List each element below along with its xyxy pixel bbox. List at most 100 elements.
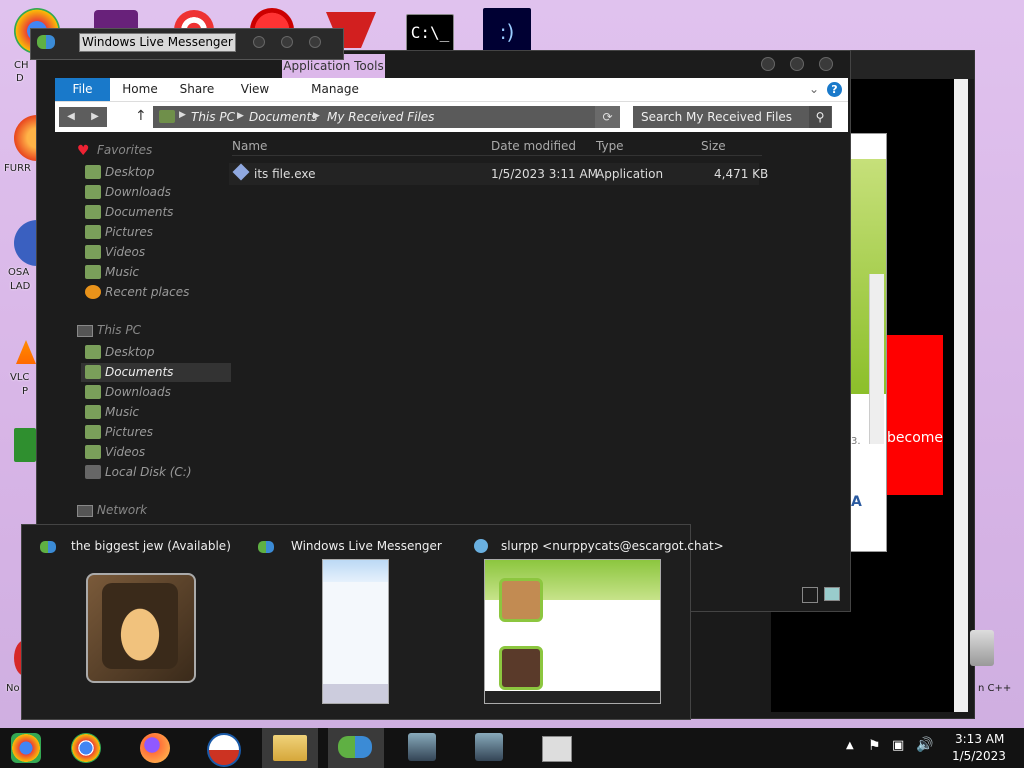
start-button[interactable] xyxy=(0,728,56,768)
taskbar-chrome-button[interactable] xyxy=(58,728,114,768)
nav-item-local-disk[interactable]: Local Disk (C:) xyxy=(85,463,225,482)
nav-item-pc-downloads[interactable]: Downloads xyxy=(85,383,225,402)
chat-a-glyph: A xyxy=(851,494,862,510)
address-path-box[interactable]: ▶ This PC ▶ Documents ▶ My Received File… xyxy=(153,106,618,128)
taskbar-firefox-button[interactable] xyxy=(127,728,183,768)
cmd-desktop-icon[interactable]: C:\_ xyxy=(406,14,454,52)
preview-thumbnail-2[interactable] xyxy=(322,559,389,704)
red-banner: become xyxy=(887,335,943,495)
taskbar-obama-button[interactable] xyxy=(194,728,250,768)
column-header-type[interactable]: Type xyxy=(596,139,624,153)
messenger-minimize-button[interactable] xyxy=(253,36,265,48)
network-icon xyxy=(77,505,93,517)
chat-scrollbar[interactable] xyxy=(869,274,884,444)
address-bar-row: ◀ ▶ ↑ ▶ This PC ▶ Documents ▶ My Receive… xyxy=(55,101,848,132)
nav-item-pc-desktop[interactable]: Desktop xyxy=(85,343,225,362)
preview-title-1[interactable]: the biggest jew (Available) xyxy=(71,539,231,553)
favorites-heart-icon: ♥ xyxy=(77,143,90,159)
crumb-sep-icon: ▶ xyxy=(313,111,320,121)
taskbar-app-button[interactable] xyxy=(528,728,584,768)
nav-item-videos[interactable]: Videos xyxy=(85,243,225,262)
nav-item-pc-videos[interactable]: Videos xyxy=(85,443,225,462)
taskbar-installer-button-1[interactable] xyxy=(394,728,450,768)
h-desktop-icon[interactable] xyxy=(14,428,36,462)
taskbar-installer-button-2[interactable] xyxy=(461,728,517,768)
preview-thumbnail-3-footer xyxy=(485,691,660,703)
installer-icon xyxy=(475,733,503,761)
tab-view[interactable]: View xyxy=(235,78,275,101)
file-type: Application xyxy=(596,167,664,181)
nav-item-pc-pictures[interactable]: Pictures xyxy=(85,423,225,442)
tab-file[interactable]: File xyxy=(55,78,110,101)
desktop-icon xyxy=(85,345,101,359)
large-icons-view-icon[interactable] xyxy=(824,587,840,601)
nav-item-recent-places[interactable]: Recent places xyxy=(85,283,225,302)
preview-title-3[interactable]: slurpp <nurppycats@escargot.chat> xyxy=(501,539,724,553)
network-tray-icon[interactable]: ▣ xyxy=(892,738,904,753)
ribbon-tabs: File Home Share View Manage ⌄ ? xyxy=(55,78,848,101)
nav-item-documents[interactable]: Documents xyxy=(85,203,225,222)
firefox-icon xyxy=(140,733,170,763)
desktop-label-cpp: n C++ xyxy=(978,683,1012,694)
taskbar-messenger-button[interactable] xyxy=(328,728,384,768)
preview-thumbnail-2-header xyxy=(323,560,388,582)
messenger-window-title: Windows Live Messenger xyxy=(79,33,236,52)
tab-share[interactable]: Share xyxy=(175,78,219,101)
recycle-bin-icon[interactable] xyxy=(970,630,994,666)
messenger-window-titlebar[interactable]: Windows Live Messenger xyxy=(30,28,344,60)
preview-thumbnail-2-footer xyxy=(323,684,388,703)
messenger-close-button[interactable] xyxy=(309,36,321,48)
crumb-documents[interactable]: Documents xyxy=(249,110,317,124)
avatar xyxy=(102,583,178,669)
column-header-name[interactable]: Name xyxy=(232,139,267,153)
taskbar-explorer-button[interactable] xyxy=(262,728,318,768)
preview-thumbnail-3[interactable] xyxy=(484,559,661,704)
up-arrow-icon[interactable]: ↑ xyxy=(135,108,147,124)
nav-item-pc-documents-selected[interactable]: Documents xyxy=(81,363,231,382)
messenger-maximize-button[interactable] xyxy=(281,36,293,48)
installer-icon xyxy=(408,733,436,761)
user-avatar xyxy=(499,646,543,690)
ribbon-expand-chevron-icon[interactable]: ⌄ xyxy=(807,78,821,101)
close-button[interactable] xyxy=(819,57,833,71)
nav-item-music[interactable]: Music xyxy=(85,263,225,282)
buddy-icon xyxy=(258,541,274,553)
nav-item-desktop[interactable]: Desktop xyxy=(85,163,225,182)
search-input[interactable]: Search My Received Files ⚲ xyxy=(633,106,832,128)
file-size: 4,471 KB xyxy=(714,167,769,181)
volume-icon[interactable]: 🔊 xyxy=(916,737,933,753)
documents-icon xyxy=(85,365,101,379)
details-view-icon[interactable] xyxy=(802,587,818,603)
refresh-icon[interactable]: ⟳ xyxy=(595,106,620,128)
search-placeholder: Search My Received Files xyxy=(641,110,793,124)
preview-thumbnail-1[interactable] xyxy=(86,573,196,683)
messenger-buddy-icon xyxy=(37,35,55,49)
column-header-date[interactable]: Date modified xyxy=(491,139,576,153)
column-header-size[interactable]: Size xyxy=(701,139,726,153)
crumb-my-received-files[interactable]: My Received Files xyxy=(327,110,434,124)
background-window-scrollbar[interactable] xyxy=(954,79,968,712)
tray-overflow-chevron-icon[interactable]: ▲ xyxy=(846,740,854,751)
back-button[interactable]: ◀ xyxy=(59,107,83,127)
help-icon[interactable]: ? xyxy=(827,82,842,97)
window-app-icon xyxy=(542,736,572,762)
clock-time[interactable]: 3:13 AM xyxy=(955,732,1004,746)
documents-icon xyxy=(85,205,101,219)
folder-icon xyxy=(273,735,307,761)
vlc-desktop-icon[interactable] xyxy=(16,340,36,364)
clock-date[interactable]: 1/5/2023 xyxy=(952,749,1006,763)
preview-title-2[interactable]: Windows Live Messenger xyxy=(291,539,442,553)
forward-button[interactable]: ▶ xyxy=(83,107,107,127)
nav-item-downloads[interactable]: Downloads xyxy=(85,183,225,202)
maximize-button[interactable] xyxy=(790,57,804,71)
tab-manage[interactable]: Manage xyxy=(310,78,360,101)
smiley-desktop-icon[interactable]: :) xyxy=(483,8,531,56)
nav-item-pc-music[interactable]: Music xyxy=(85,403,225,422)
nav-item-pictures[interactable]: Pictures xyxy=(85,223,225,242)
action-center-flag-icon[interactable]: ⚑ xyxy=(868,738,881,754)
search-icon[interactable]: ⚲ xyxy=(809,106,831,128)
videos-icon xyxy=(85,245,101,259)
tab-home[interactable]: Home xyxy=(119,78,161,101)
crumb-this-pc[interactable]: This PC xyxy=(191,110,235,124)
minimize-button[interactable] xyxy=(761,57,775,71)
